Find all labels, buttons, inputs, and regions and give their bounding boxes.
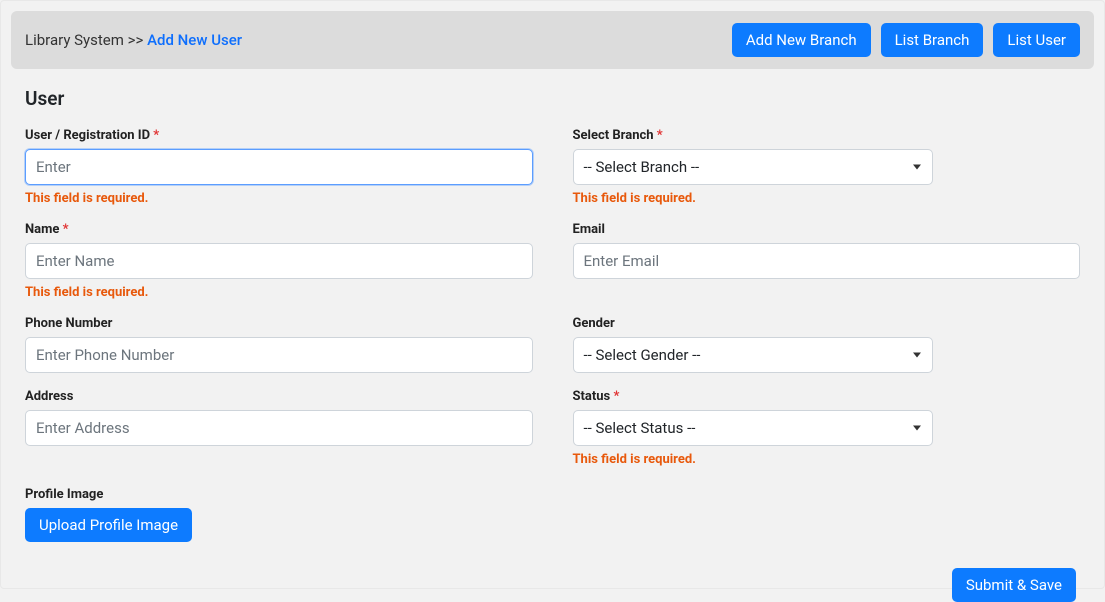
gender-label: Gender: [573, 316, 1081, 331]
breadcrumb-root[interactable]: Library System: [25, 31, 124, 49]
registration-id-group: User / Registration ID * This field is r…: [25, 128, 533, 206]
name-error: This field is required.: [25, 285, 533, 300]
select-branch-group: Select Branch * -- Select Branch -- This…: [573, 128, 1081, 206]
email-label: Email: [573, 222, 1081, 237]
gender-dropdown[interactable]: -- Select Gender --: [573, 337, 933, 373]
address-input[interactable]: [25, 410, 533, 446]
select-branch-error: This field is required.: [573, 191, 1081, 206]
header-buttons: Add New Branch List Branch List User: [732, 23, 1080, 57]
status-value: -- Select Status --: [584, 419, 696, 437]
status-label-text: Status: [573, 389, 611, 404]
required-mark: *: [657, 128, 663, 143]
name-input[interactable]: [25, 243, 533, 279]
registration-id-error: This field is required.: [25, 191, 533, 206]
phone-label: Phone Number: [25, 316, 533, 331]
name-group: Name * This field is required.: [25, 222, 533, 300]
required-mark: *: [153, 128, 159, 143]
email-group: Email: [573, 222, 1081, 300]
status-dropdown[interactable]: -- Select Status --: [573, 410, 933, 446]
submit-save-button[interactable]: Submit & Save: [952, 568, 1076, 602]
gender-group: Gender -- Select Gender --: [573, 316, 1081, 373]
select-branch-value: -- Select Branch --: [584, 158, 700, 176]
breadcrumb: Library System >> Add New User: [25, 31, 242, 49]
registration-id-input[interactable]: [25, 149, 533, 185]
status-group: Status * -- Select Status -- This field …: [573, 389, 1081, 467]
select-branch-label: Select Branch *: [573, 128, 1081, 143]
phone-group: Phone Number: [25, 316, 533, 373]
header-bar: Library System >> Add New User Add New B…: [11, 11, 1094, 69]
required-mark: *: [63, 222, 69, 237]
breadcrumb-current[interactable]: Add New User: [147, 31, 242, 49]
name-label-text: Name: [25, 222, 59, 237]
profile-image-group: Profile Image Upload Profile Image: [25, 487, 533, 542]
required-mark: *: [613, 389, 619, 404]
gender-value: -- Select Gender --: [584, 346, 701, 364]
registration-id-label-text: User / Registration ID: [25, 128, 150, 143]
email-input[interactable]: [573, 243, 1081, 279]
phone-input[interactable]: [25, 337, 533, 373]
select-branch-label-text: Select Branch: [573, 128, 654, 143]
address-group: Address: [25, 389, 533, 467]
registration-id-label: User / Registration ID *: [25, 128, 533, 143]
status-label: Status *: [573, 389, 1081, 404]
name-label: Name *: [25, 222, 533, 237]
page-title: User: [25, 87, 1080, 110]
list-branch-button[interactable]: List Branch: [881, 23, 984, 57]
breadcrumb-separator: >>: [128, 31, 144, 49]
upload-profile-image-button[interactable]: Upload Profile Image: [25, 508, 192, 542]
profile-image-label: Profile Image: [25, 487, 533, 502]
status-error: This field is required.: [573, 452, 1081, 467]
add-new-branch-button[interactable]: Add New Branch: [732, 23, 871, 57]
list-user-button[interactable]: List User: [993, 23, 1080, 57]
address-label: Address: [25, 389, 533, 404]
select-branch-dropdown[interactable]: -- Select Branch --: [573, 149, 933, 185]
